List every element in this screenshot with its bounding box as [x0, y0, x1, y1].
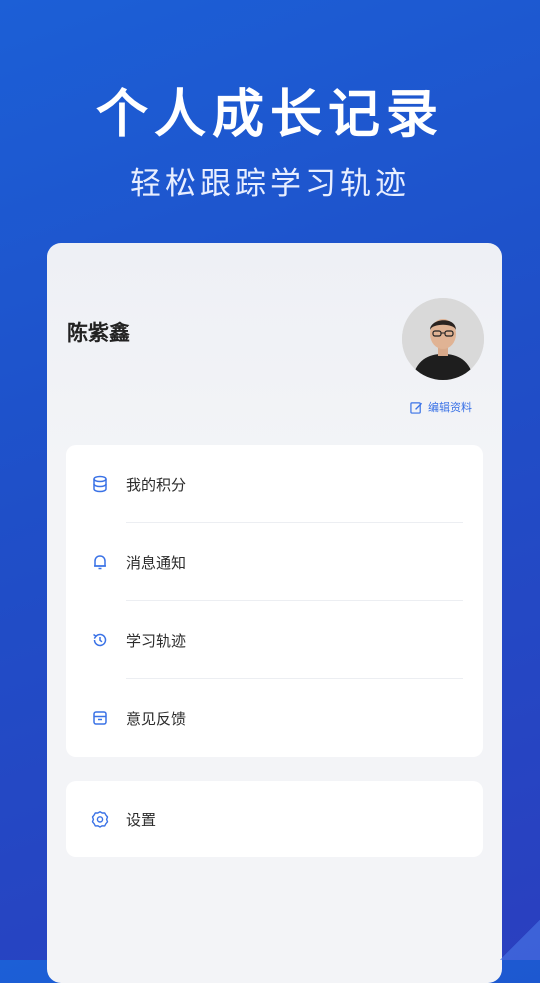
avatar[interactable]: [402, 298, 484, 380]
edit-profile-label: 编辑资料: [428, 401, 472, 414]
user-name: 陈紫鑫: [67, 321, 130, 345]
edit-profile-link[interactable]: 编辑资料: [410, 399, 472, 415]
menu-item-settings[interactable]: 设置: [66, 781, 483, 857]
corner-decoration: [500, 920, 540, 960]
menu-item-label: 设置: [126, 810, 157, 829]
bell-icon: [94, 555, 106, 570]
menu-item-learning-track[interactable]: 学习轨迹: [66, 601, 483, 679]
profile-card: 陈紫鑫 编辑资料 我的积分 消息通知 学习轨迹 意见反馈 设置: [47, 243, 502, 983]
hero-title: 个人成长记录: [95, 85, 444, 145]
box-icon: [93, 711, 107, 725]
gear-icon: [91, 811, 109, 828]
menu-item-notifications[interactable]: 消息通知: [66, 523, 483, 601]
menu-item-feedback[interactable]: 意见反馈: [66, 679, 483, 757]
menu-item-label: 我的积分: [126, 475, 187, 494]
history-icon: [93, 633, 107, 647]
menu-item-label: 学习轨迹: [126, 631, 187, 650]
edit-icon: [410, 401, 423, 414]
menu-item-label: 消息通知: [126, 553, 187, 572]
hero-subtitle: 轻松跟踪学习轨迹: [130, 166, 410, 202]
menu-group: 我的积分 消息通知 学习轨迹 意见反馈: [66, 445, 483, 757]
settings-group: 设置: [66, 781, 483, 857]
database-icon: [93, 475, 107, 493]
menu-item-label: 意见反馈: [126, 709, 187, 728]
menu-item-points[interactable]: 我的积分: [66, 445, 483, 523]
